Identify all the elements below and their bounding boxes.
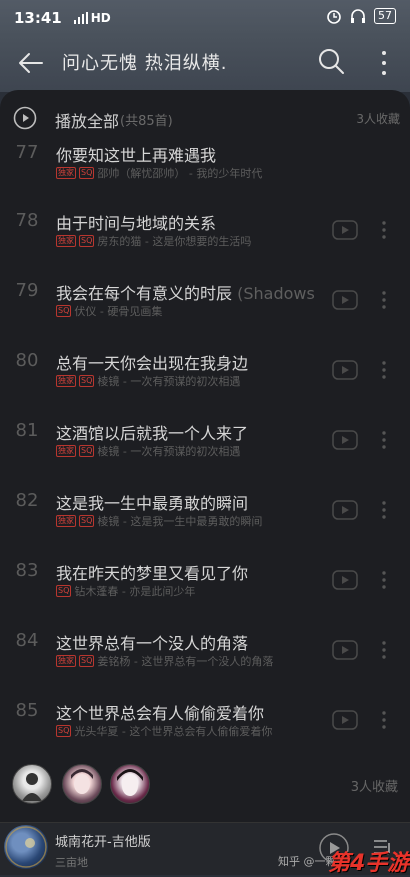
- sq-badge: SQ: [56, 585, 72, 597]
- dots-icon[interactable]: [380, 360, 388, 380]
- song-number: 79: [15, 280, 39, 301]
- sq-badge: SQ: [56, 725, 72, 737]
- dots-icon[interactable]: [380, 500, 388, 520]
- exclusive-badge: 独家: [56, 167, 76, 179]
- headphone-icon: [351, 9, 365, 23]
- sq-badge: SQ: [79, 375, 95, 387]
- sq-badge: SQ: [79, 445, 95, 457]
- signal-icon: [73, 12, 88, 24]
- mini-player[interactable]: 城南花开-吉他版 三亩地 知乎 @一颗 第4手游: [0, 822, 410, 876]
- song-meta: 独家 SQ 棱镜 - 这是我一生中最勇敢的瞬间: [56, 515, 263, 528]
- song-row[interactable]: 79 我会在每个有意义的时辰 (Shadows u··· SQ伏仪 - 硬骨见画…: [0, 262, 410, 332]
- song-count: (共85首): [120, 114, 173, 129]
- battery-indicator: 57: [374, 8, 396, 24]
- more-vertical-icon[interactable]: [376, 48, 392, 78]
- song-number: 85: [15, 700, 39, 721]
- avatar-face-icon: [117, 769, 143, 796]
- album-art-icon: [5, 826, 47, 868]
- song-title: 总有一天你会出现在我身边: [56, 354, 249, 373]
- song-number: 77: [15, 142, 39, 163]
- song-meta: SQ 光头华夏 - 这个世界总会有人偷偷爱着你: [56, 725, 273, 738]
- subscribers-count[interactable]: 3人收藏: [351, 776, 398, 795]
- song-row[interactable]: 82 这是我一生中最勇敢的瞬间 独家 SQ 棱镜 - 这是我一生中最勇敢的瞬间: [0, 472, 410, 542]
- song-meta: 独家 SQ 邵帅（解忧邵帅） - 我的少年时代: [56, 167, 263, 180]
- song-meta: 独家 SQ 棱镜 - 一次有预谋的初次相遇: [56, 375, 241, 388]
- subscribers-row[interactable]: 3人收藏: [0, 754, 410, 814]
- dots-icon[interactable]: [380, 220, 388, 240]
- mv-play-icon[interactable]: [332, 640, 358, 660]
- sq-badge: SQ: [79, 655, 95, 667]
- avatar[interactable]: [110, 764, 150, 804]
- song-number: 80: [15, 350, 39, 371]
- dots-icon[interactable]: [380, 640, 388, 660]
- signal-indicator: HD: [73, 11, 111, 25]
- network-label: HD: [90, 11, 111, 25]
- exclusive-badge: 独家: [56, 235, 76, 247]
- song-number: 82: [15, 490, 39, 511]
- status-bar: 13:41 HD 57: [0, 0, 410, 36]
- song-title: 我会在每个有意义的时辰 (Shadows u···: [56, 284, 318, 303]
- avatar[interactable]: [12, 764, 52, 804]
- exclusive-badge: 独家: [56, 375, 76, 387]
- album-art[interactable]: [4, 825, 48, 869]
- watermark-logo: 第4手游: [328, 851, 410, 876]
- sq-badge: SQ: [79, 167, 95, 179]
- song-meta: SQ 伏仪 - 硬骨见画集: [56, 305, 163, 318]
- mv-play-icon[interactable]: [332, 500, 358, 520]
- avatar-figure-icon: [22, 773, 42, 801]
- mv-play-icon[interactable]: [332, 570, 358, 590]
- mv-play-icon[interactable]: [332, 430, 358, 450]
- song-meta: 独家 SQ 房东的猫 - 这是你想要的生活吗: [56, 235, 252, 248]
- song-row[interactable]: 80 总有一天你会出现在我身边 独家 SQ 棱镜 - 一次有预谋的初次相遇: [0, 332, 410, 402]
- sq-badge: SQ: [79, 235, 95, 247]
- song-title: 这个世界总会有人偷偷爱着你: [56, 704, 265, 723]
- mv-play-icon[interactable]: [332, 710, 358, 730]
- play-all-label[interactable]: 播放全部: [55, 108, 119, 132]
- avatar[interactable]: [62, 764, 102, 804]
- song-title: 我在昨天的梦里又看见了你: [56, 564, 249, 583]
- dots-icon[interactable]: [380, 570, 388, 590]
- song-row[interactable]: 78 由于时间与地域的关系 独家 SQ 房东的猫 - 这是你想要的生活吗: [0, 192, 410, 262]
- song-meta: 独家 SQ 姜铭杨 - 这世界总有一个没人的角落: [56, 655, 274, 668]
- player-song-title: 城南花开-吉他版: [55, 835, 151, 850]
- dots-icon[interactable]: [380, 710, 388, 730]
- song-row[interactable]: 84 这世界总有一个没人的角落 独家 SQ 姜铭杨 - 这世界总有一个没人的角落: [0, 612, 410, 682]
- header-bar: 问心无愧 热泪纵横.: [0, 36, 410, 92]
- player-artist: 三亩地: [55, 856, 88, 869]
- exclusive-badge: 独家: [56, 515, 76, 527]
- page-title: 问心无愧 热泪纵横.: [62, 53, 228, 74]
- sq-badge: SQ: [56, 305, 72, 317]
- song-title: 你要知这世上再难遇我: [56, 146, 217, 165]
- exclusive-badge: 独家: [56, 655, 76, 667]
- song-list-sheet: 播放全部 (共85首) 3人收藏 77 你要知这世上再难遇我 独家 SQ 邵帅（解忧…: [0, 90, 410, 874]
- song-row[interactable]: 81 这酒馆以后就我一个人来了 独家 SQ 棱镜 - 一次有预谋的初次相遇: [0, 402, 410, 472]
- collect-count: 3人收藏: [356, 112, 400, 126]
- alarm-icon: [327, 10, 341, 24]
- song-meta: SQ 钻木蓬春 - 亦是此间少年: [56, 585, 196, 598]
- song-title: 由于时间与地域的关系: [56, 214, 217, 233]
- song-meta: 独家 SQ 棱镜 - 一次有预谋的初次相遇: [56, 445, 241, 458]
- mv-play-icon[interactable]: [332, 290, 358, 310]
- song-number: 78: [15, 210, 39, 231]
- exclusive-badge: 独家: [56, 445, 76, 457]
- dots-icon[interactable]: [380, 430, 388, 450]
- avatar-face-icon: [71, 769, 93, 794]
- song-title: 这世界总有一个没人的角落: [56, 634, 249, 653]
- search-icon[interactable]: [316, 46, 346, 76]
- status-time: 13:41: [14, 9, 62, 27]
- song-title: 这是我一生中最勇敢的瞬间: [56, 494, 249, 513]
- song-number: 83: [15, 560, 39, 581]
- mv-play-icon[interactable]: [332, 360, 358, 380]
- dots-icon[interactable]: [380, 290, 388, 310]
- song-title: 这酒馆以后就我一个人来了: [56, 424, 249, 443]
- back-arrow-icon[interactable]: [16, 48, 46, 78]
- song-number: 84: [15, 630, 39, 651]
- sq-badge: SQ: [79, 515, 95, 527]
- play-circle-icon[interactable]: [13, 106, 37, 130]
- song-row[interactable]: 83 我在昨天的梦里又看见了你 SQ 钻木蓬春 - 亦是此间少年: [0, 542, 410, 612]
- song-row[interactable]: 85 这个世界总会有人偷偷爱着你 SQ 光头华夏 - 这个世界总会有人偷偷爱着你: [0, 682, 410, 752]
- mv-play-icon[interactable]: [332, 220, 358, 240]
- song-number: 81: [15, 420, 39, 441]
